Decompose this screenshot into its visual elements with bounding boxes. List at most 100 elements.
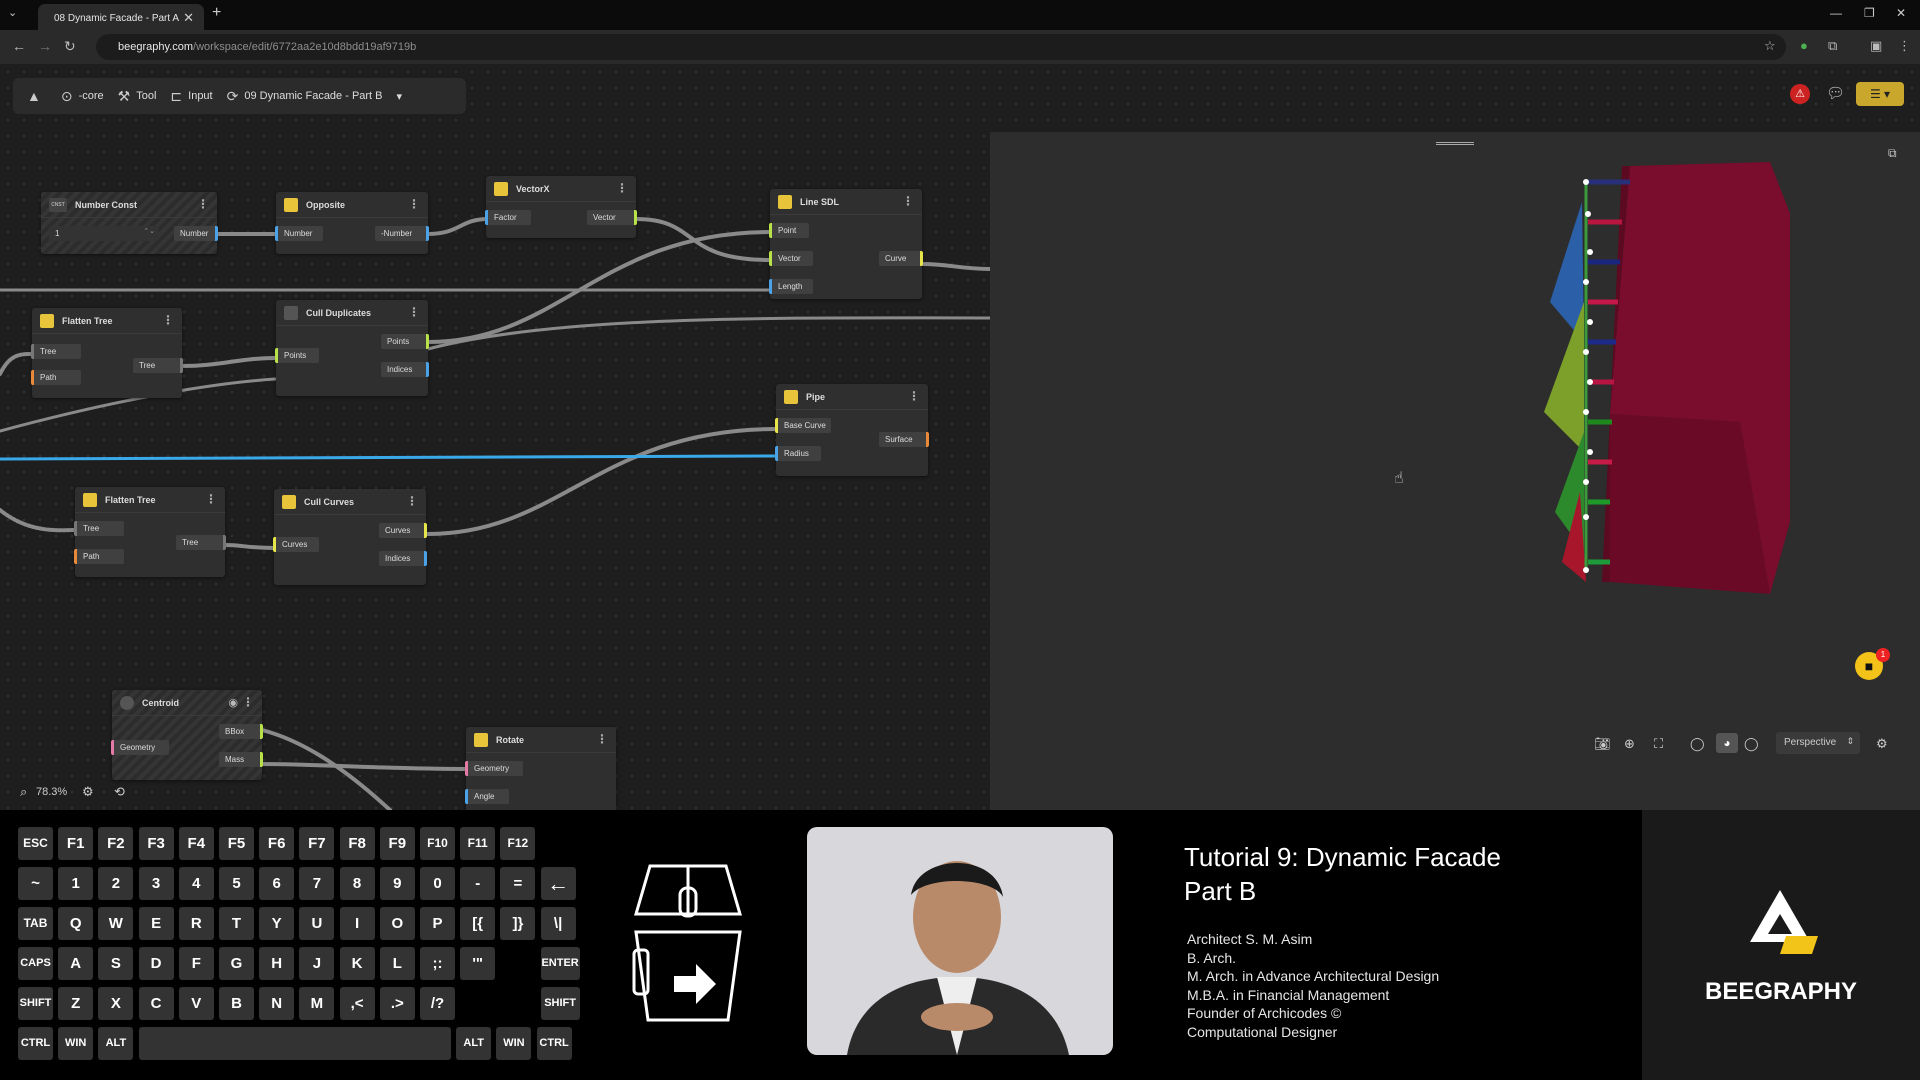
node-menu-icon[interactable]: ⋮ xyxy=(197,197,209,211)
node-header[interactable]: Flatten Tree ⋮ xyxy=(32,308,182,334)
node-editor-canvas[interactable]: ▲ ⊙ -core ⚒ Tool ⊏ Input ⟳ 09 Dynamic Facade… xyxy=(0,64,1920,810)
output-port-indices[interactable]: Indices xyxy=(381,362,429,377)
input-port-base-curve[interactable]: Base Curve xyxy=(775,418,831,433)
input-port-tree[interactable]: Tree xyxy=(31,344,81,359)
fit-view-icon[interactable]: ⛶ xyxy=(1654,736,1663,752)
output-port-points[interactable]: Points xyxy=(381,334,429,349)
orbit-icon[interactable]: ⊕ xyxy=(1624,736,1635,752)
output-port-surface[interactable]: Surface xyxy=(879,432,929,447)
3d-viewport[interactable]: ⧉ ☝ ■ 1 📷︎ ⊕ ⛶ ◯ ◕ ◯ Perspective ⇕ ⚙ xyxy=(990,132,1920,810)
node-cull-duplicates[interactable]: Cull Duplicates ⋮ Points Points Indices xyxy=(275,300,429,396)
camera-select[interactable]: Perspective ⇕ xyxy=(1776,732,1860,754)
input-port-tree[interactable]: Tree xyxy=(74,521,124,536)
node-header[interactable]: Cull Duplicates ⋮ xyxy=(276,300,428,326)
node-line-sdl[interactable]: Line SDL ⋮ Point Vector Length Curve xyxy=(769,189,923,299)
node-flatten-tree[interactable]: Flatten Tree ⋮ Tree Path Tree xyxy=(31,308,183,398)
node-opposite[interactable]: Opposite ⋮ Number -Number xyxy=(275,192,429,254)
input-port-point[interactable]: Point xyxy=(769,223,809,238)
node-menu-icon[interactable]: ⋮ xyxy=(162,313,174,327)
tab-search-icon[interactable]: ⌄ xyxy=(8,6,17,19)
node-menu-icon[interactable]: ⋮ xyxy=(616,181,628,195)
viewport-resize-handle[interactable] xyxy=(1436,142,1474,145)
input-port-curves[interactable]: Curves xyxy=(273,537,319,552)
settings-panel-button[interactable]: ☰ ▾ xyxy=(1856,82,1904,106)
node-header[interactable]: Centroid ⋮ ◉ xyxy=(112,690,262,716)
input-port-path[interactable]: Path xyxy=(74,549,124,564)
input-port-geometry[interactable]: Geometry xyxy=(465,761,523,776)
number-value-input[interactable]: 1 ⌃⌄ xyxy=(49,226,159,241)
node-cull-curves[interactable]: Cull Curves ⋮ Curves Curves Indices xyxy=(273,489,427,585)
canvas-settings-icon[interactable]: ⚙ xyxy=(82,784,94,800)
extension-g-icon[interactable]: ● xyxy=(1800,38,1808,53)
output-port-curves[interactable]: Curves xyxy=(379,523,427,538)
node-flatten-tree-2[interactable]: Flatten Tree ⋮ Tree Path Tree xyxy=(74,487,226,577)
reload-icon[interactable]: ↻ xyxy=(64,38,76,55)
output-port-curve[interactable]: Curve xyxy=(879,251,923,266)
node-menu-icon[interactable]: ⋮ xyxy=(596,732,608,746)
node-menu-icon[interactable]: ⋮ xyxy=(908,389,920,403)
canvas-history-icon[interactable]: ⟲ xyxy=(114,784,125,800)
zoom-icon[interactable]: ⌕ xyxy=(20,784,27,800)
input-port-points[interactable]: Points xyxy=(275,348,319,363)
input-port-vector[interactable]: Vector xyxy=(769,251,813,266)
output-port-tree[interactable]: Tree xyxy=(133,358,183,373)
extensions-icon[interactable]: ⧉ xyxy=(1828,38,1837,54)
visibility-eye-icon[interactable]: ◉ xyxy=(228,696,238,709)
node-header[interactable]: Line SDL ⋮ xyxy=(770,189,922,215)
node-centroid[interactable]: Centroid ⋮ ◉ Geometry BBox Mass xyxy=(111,690,263,780)
output-port-indices[interactable]: Indices xyxy=(379,551,427,566)
output-port-vector[interactable]: Vector xyxy=(587,210,637,225)
key: I xyxy=(339,907,375,940)
close-tab-icon[interactable]: ✕ xyxy=(183,10,194,26)
shading-flat-icon[interactable]: ◯ xyxy=(1744,736,1759,752)
input-port-length[interactable]: Length xyxy=(769,279,813,294)
forward-icon[interactable]: → xyxy=(38,38,52,54)
profile-icon[interactable]: ▣ xyxy=(1870,38,1882,54)
viewport-fullscreen-icon[interactable]: ⧉ xyxy=(1888,146,1897,161)
stepper-icon[interactable]: ⌃⌄ xyxy=(143,227,155,235)
input-port-geometry[interactable]: Geometry xyxy=(111,740,169,755)
node-header[interactable]: Flatten Tree ⋮ xyxy=(75,487,225,513)
node-header[interactable]: Rotate ⋮ xyxy=(466,727,616,753)
more-menu-icon[interactable]: ⋮ xyxy=(1898,38,1911,54)
output-port-tree[interactable]: Tree xyxy=(176,535,226,550)
browser-tab[interactable]: 08 Dynamic Facade - Part A ✕ xyxy=(38,4,204,30)
screenshot-icon[interactable]: 📷︎ xyxy=(1594,736,1611,752)
output-port-negative-number[interactable]: -Number xyxy=(375,226,429,241)
node-menu-icon[interactable]: ⋮ xyxy=(406,494,418,508)
input-port-radius[interactable]: Radius xyxy=(775,446,821,461)
viewport-settings-icon[interactable]: ⚙ xyxy=(1876,736,1888,752)
output-port-mass[interactable]: Mass xyxy=(219,752,263,767)
node-menu-icon[interactable]: ⋮ xyxy=(902,194,914,208)
input-port-factor[interactable]: Factor xyxy=(485,210,531,225)
node-number-const[interactable]: CNST Number Const ⋮ 1 ⌃⌄ Number xyxy=(41,192,218,254)
restore-icon[interactable]: ❐ xyxy=(1864,6,1875,20)
new-tab-icon[interactable]: + xyxy=(212,4,221,22)
url-field[interactable]: beegraphy.com/workspace/edit/6772aa2e10d… xyxy=(96,34,1786,60)
node-menu-icon[interactable]: ⋮ xyxy=(205,492,217,506)
node-header[interactable]: Cull Curves ⋮ xyxy=(274,489,426,515)
node-vectorx[interactable]: VectorX ⋮ Factor Vector xyxy=(485,176,637,238)
node-menu-icon[interactable]: ⋮ xyxy=(242,695,254,709)
node-menu-icon[interactable]: ⋮ xyxy=(408,197,420,211)
node-pipe[interactable]: Pipe ⋮ Base Curve Radius Surface xyxy=(775,384,929,476)
node-rotate[interactable]: Rotate ⋮ Geometry Angle xyxy=(465,727,616,810)
input-port-angle[interactable]: Angle xyxy=(465,789,509,804)
bookmark-star-icon[interactable]: ☆ xyxy=(1764,38,1776,54)
shading-solid-icon[interactable]: ◕ xyxy=(1716,733,1738,753)
output-port-bbox[interactable]: BBox xyxy=(219,724,263,739)
node-header[interactable]: Pipe ⋮ xyxy=(776,384,928,410)
shading-wire-icon[interactable]: ◯ xyxy=(1690,736,1705,752)
user-alert-icon[interactable]: ⚠ xyxy=(1790,84,1810,104)
output-port-number[interactable]: Number xyxy=(174,226,218,241)
node-header[interactable]: CNST Number Const ⋮ xyxy=(41,192,217,218)
node-header[interactable]: VectorX ⋮ xyxy=(486,176,636,202)
minimize-icon[interactable]: — xyxy=(1830,6,1842,20)
back-icon[interactable]: ← xyxy=(12,38,26,54)
close-window-icon[interactable]: ✕ xyxy=(1896,6,1906,20)
node-header[interactable]: Opposite ⋮ xyxy=(276,192,428,218)
input-port-path[interactable]: Path xyxy=(31,370,81,385)
comment-icon[interactable]: 💬︎ xyxy=(1826,84,1845,102)
input-port-number[interactable]: Number xyxy=(275,226,323,241)
node-menu-icon[interactable]: ⋮ xyxy=(408,305,420,319)
